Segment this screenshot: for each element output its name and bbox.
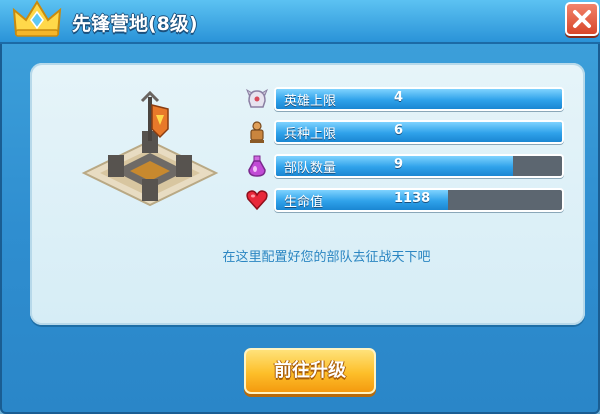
stat-row-health: 生命值 1138: [246, 188, 576, 212]
troop-count-value: 9: [394, 157, 404, 172]
description-text: 在这里配置好您的部队去征战天下吧: [222, 250, 431, 265]
soldier-icon: [250, 121, 264, 143]
health-bar: 生命值 1138: [274, 188, 564, 212]
vanguard-camp-building: [81, 91, 219, 207]
troop-type-limit-label: 兵种上限: [284, 127, 337, 142]
stat-row-hero-limit: 英雄上限 4: [246, 87, 576, 111]
hero-helmet-icon: [246, 88, 268, 108]
hero-limit-bar: 英雄上限 4: [274, 87, 564, 111]
close-icon: [573, 10, 591, 28]
crown-icon: [12, 0, 62, 37]
hero-limit-value: 4: [394, 90, 404, 105]
health-label: 生命值: [284, 195, 324, 210]
health-value: 1138: [394, 191, 431, 206]
go-upgrade-button[interactable]: 前往升级: [244, 348, 376, 394]
stat-row-troop-type-limit: 兵种上限 6: [246, 120, 576, 144]
dialog-header: 先锋营地(8级): [0, 0, 600, 44]
heart-icon: [246, 190, 268, 211]
hero-limit-label: 英雄上限: [284, 94, 337, 109]
troop-type-limit-value: 6: [394, 123, 404, 138]
troop-count-label: 部队数量: [284, 161, 337, 176]
info-content-panel: 英雄上限 4 兵种上限 6 部队数量 9 生命值 1138 在这里配置好您的部队…: [30, 63, 585, 325]
building-info-dialog: 先锋营地(8级) 英雄上限 4 兵种上限 6 部队数量 9 生命值 1138 在…: [0, 0, 600, 414]
go-upgrade-button-label: 前往升级: [274, 360, 346, 381]
potion-icon: [248, 155, 266, 177]
troop-count-bar: 部队数量 9: [274, 154, 564, 178]
close-button[interactable]: [565, 2, 599, 36]
dialog-title: 先锋营地(8级): [72, 13, 198, 35]
stat-row-troop-count: 部队数量 9: [246, 154, 576, 178]
troop-type-limit-bar: 兵种上限 6: [274, 120, 564, 144]
